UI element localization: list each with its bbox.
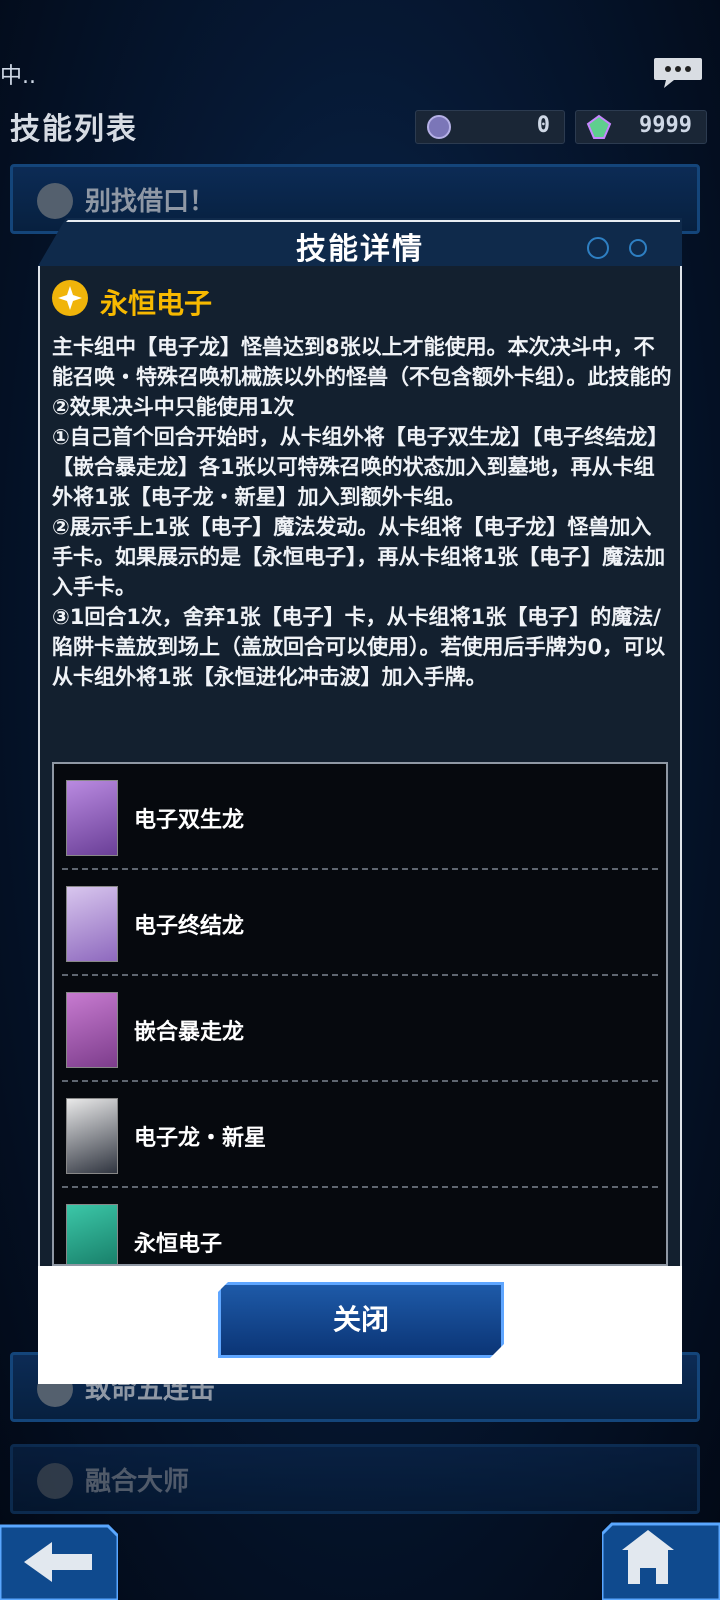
card-thumbnail[interactable] bbox=[66, 780, 118, 856]
skill-icon bbox=[37, 1463, 73, 1499]
skill-description: 主卡组中【电子龙】怪兽达到8张以上才能使用。本次决斗中，不能召唤・特殊召唤机械族… bbox=[52, 332, 672, 692]
card-list-item[interactable]: 嵌合暴走龙 bbox=[54, 976, 666, 1082]
gem-count: 9999 bbox=[639, 113, 692, 138]
card-list-item[interactable]: 电子终结龙 bbox=[54, 870, 666, 976]
card-thumbnail[interactable] bbox=[66, 1098, 118, 1174]
orb-count: 0 bbox=[536, 113, 550, 138]
skill-list-label: 别找借口！ bbox=[85, 187, 216, 217]
card-list-item[interactable]: 电子双生龙 bbox=[54, 764, 666, 870]
card-name: 永恒电子 bbox=[134, 1232, 223, 1257]
skill-list-item[interactable]: 融合大师 bbox=[10, 1444, 700, 1514]
top-bar: 中.. 技能列表 0 9999 bbox=[0, 0, 720, 150]
page-title: 技能列表 bbox=[10, 112, 138, 147]
skill-icon bbox=[37, 183, 73, 219]
home-icon[interactable] bbox=[602, 1514, 720, 1600]
card-name: 嵌合暴走龙 bbox=[134, 1020, 245, 1045]
card-thumbnail[interactable] bbox=[66, 1204, 118, 1264]
modal-title: 技能详情 bbox=[296, 232, 424, 267]
currency-orb: 0 bbox=[415, 110, 565, 144]
orb-icon bbox=[427, 115, 451, 139]
card-list-item[interactable]: 永恒电子 bbox=[54, 1188, 666, 1264]
chat-icon[interactable] bbox=[652, 56, 704, 90]
gem-icon bbox=[586, 114, 612, 139]
card-name: 电子终结龙 bbox=[134, 914, 245, 939]
currency-gem: 9999 bbox=[575, 110, 707, 144]
description-paragraph: 主卡组中【电子龙】怪兽达到8张以上才能使用。本次决斗中，不能召唤・特殊召唤机械族… bbox=[52, 335, 672, 419]
card-thumbnail[interactable] bbox=[66, 992, 118, 1068]
card-name: 电子双生龙 bbox=[134, 808, 245, 833]
card-name: 电子龙・新星 bbox=[134, 1126, 267, 1151]
card-list-item[interactable]: 电子龙・新星 bbox=[54, 1082, 666, 1188]
description-paragraph: ③1回合1次，舍弃1张【电子】卡，从卡组将1张【电子】的魔法/陷阱卡盖放到场上（… bbox=[52, 605, 666, 689]
description-paragraph: ②展示手上1张【电子】魔法发动。从卡组将【电子龙】怪兽加入手卡。如果展示的是【永… bbox=[52, 515, 666, 599]
skill-list-label: 融合大师 bbox=[85, 1467, 190, 1497]
skill-name: 永恒电子 bbox=[100, 287, 213, 320]
close-button[interactable]: 关闭 bbox=[218, 1282, 504, 1358]
card-list[interactable]: 电子双生龙 电子终结龙 嵌合暴走龙 电子龙・新星 永恒电子 bbox=[52, 762, 668, 1266]
description-paragraph: ①自己首个回合开始时，从卡组外将【电子双生龙】【电子终结龙】【嵌合暴走龙】各1张… bbox=[52, 425, 669, 509]
back-arrow-icon[interactable] bbox=[0, 1516, 118, 1600]
star-icon bbox=[52, 280, 88, 316]
card-thumbnail[interactable] bbox=[66, 886, 118, 962]
back-text[interactable]: 中.. bbox=[0, 58, 36, 90]
